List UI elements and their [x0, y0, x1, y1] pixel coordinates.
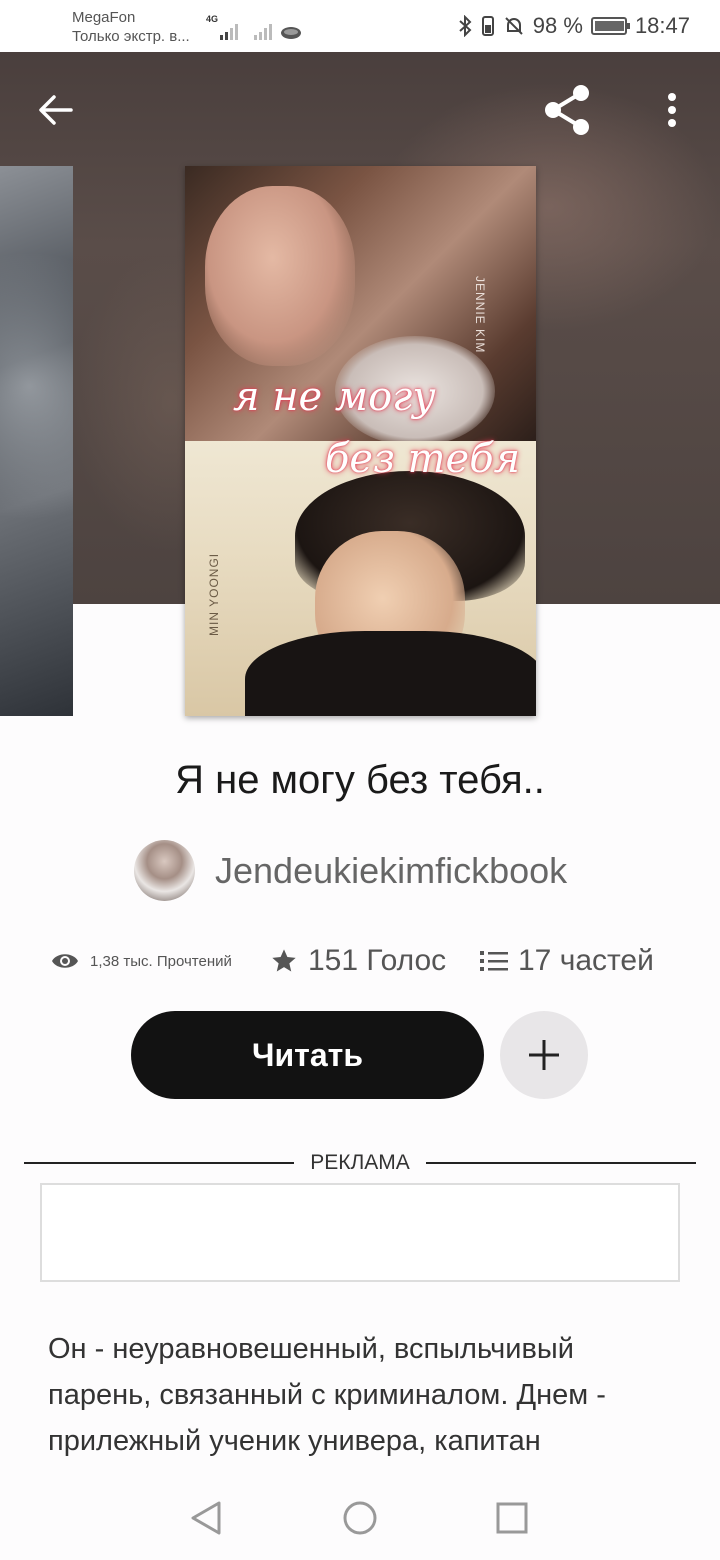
battery-icon: [590, 17, 630, 35]
vibrate-icon: [481, 16, 494, 36]
votes-count: 151 Голос: [308, 944, 447, 977]
cover-name-bottom: MIN YOONGI: [207, 552, 221, 636]
carrier-subtext: Только экстр. в...: [72, 28, 190, 45]
story-cover: я не могу без тебя JENNIE KIM MIN YOONGI: [185, 166, 536, 716]
cover-bottom-photo: [185, 441, 536, 716]
ad-label: РЕКЛАМА: [310, 1151, 410, 1174]
signal-indicators: [206, 14, 302, 40]
eye-icon: [52, 954, 78, 968]
ad-divider: РЕКЛАМА: [24, 1150, 697, 1176]
reads-stat: 1,38 тыс. Прочтений: [50, 950, 270, 972]
network-type: 4G: [206, 14, 219, 24]
signal-bars-2-icon: [254, 24, 272, 40]
parts-count: 17 частей: [518, 944, 654, 977]
story-title: Я не могу без тебя..: [175, 758, 545, 802]
reads-count: 1,38 тыс. Прочтений: [90, 952, 232, 970]
status-right: 98 % 18:47: [457, 13, 690, 39]
parts-stat: 17 частей: [480, 944, 654, 978]
signal-bars-icon: [220, 24, 238, 40]
story-stats: 1,38 тыс. Прочтений 151 Голос 17 частей: [50, 938, 690, 984]
battery-percent: 98 %: [532, 13, 583, 38]
bluetooth-icon: [459, 15, 472, 37]
cover-name-top: JENNIE KIM: [473, 276, 487, 354]
star-icon: [272, 949, 296, 972]
avatar[interactable]: [134, 840, 195, 901]
triangle-back-icon: [191, 1501, 221, 1535]
nav-back-button[interactable]: [186, 1498, 226, 1538]
circle-home-icon: [343, 1501, 377, 1535]
nav-recents-button[interactable]: [492, 1498, 532, 1538]
back-button[interactable]: [26, 80, 86, 140]
cloud-icon: [281, 27, 301, 39]
mute-bell-icon: [505, 17, 523, 35]
author-link[interactable]: Jendeukiekimfickbook: [134, 840, 567, 901]
story-description: Он - неуравновешенный, вспыльчивый парен…: [48, 1333, 606, 1457]
arrow-left-icon: [39, 95, 73, 125]
add-to-library-button[interactable]: [500, 1011, 588, 1099]
status-bar: MegaFon Только экстр. в... 4G 98 % 18:47: [0, 0, 720, 52]
cover-script-line2: без тебя: [325, 436, 521, 482]
ad-slot[interactable]: [40, 1183, 680, 1282]
author-name[interactable]: Jendeukiekimfickbook: [215, 850, 567, 892]
nav-home-button[interactable]: [340, 1498, 380, 1538]
square-recents-icon: [496, 1502, 528, 1534]
more-options-button[interactable]: [642, 80, 702, 140]
read-button[interactable]: Читать: [131, 1011, 484, 1099]
more-vertical-icon: [668, 93, 676, 127]
cover-script-line1: я не могу: [233, 374, 436, 420]
plus-icon: [529, 1040, 559, 1070]
share-icon: [545, 85, 589, 135]
votes-stat: 151 Голос: [270, 944, 480, 978]
share-button[interactable]: [537, 80, 597, 140]
carrier-name: MegaFon: [72, 9, 136, 26]
system-nav-bar: [0, 1478, 720, 1560]
list-icon: [480, 951, 508, 971]
previous-story-cover[interactable]: [0, 166, 73, 716]
clock: 18:47: [634, 13, 690, 38]
carrier-info: MegaFon Только экстр. в...: [72, 8, 190, 46]
